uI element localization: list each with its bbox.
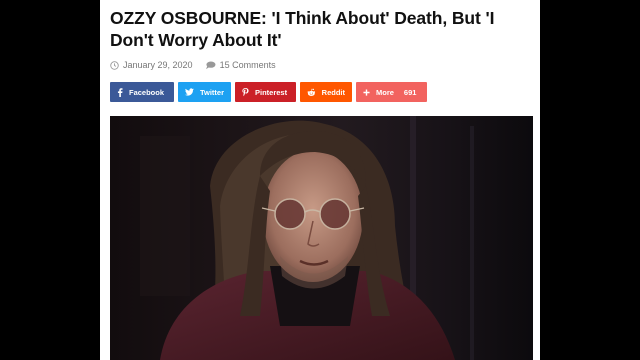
article-page: OZZY OSBOURNE: 'I Think About' Death, Bu… — [100, 0, 540, 360]
share-pinterest-label: Pinterest — [255, 87, 288, 97]
clock-icon — [110, 60, 119, 70]
share-more-button[interactable]: More 691 — [356, 82, 427, 102]
portrait-image — [140, 116, 474, 360]
comments-link[interactable]: 15 Comments — [205, 60, 276, 70]
comment-bubble-icon — [205, 60, 216, 69]
share-reddit-button[interactable]: Reddit — [300, 82, 352, 102]
share-bar: Facebook Twitter Pinterest Reddit More 6… — [110, 82, 431, 102]
twitter-icon — [185, 88, 194, 96]
share-twitter-button[interactable]: Twitter — [178, 82, 231, 102]
share-more-label: More — [376, 87, 394, 97]
facebook-icon — [117, 87, 123, 97]
reddit-icon — [307, 88, 316, 96]
share-facebook-button[interactable]: Facebook — [110, 82, 174, 102]
share-count: 691 — [403, 87, 417, 97]
share-facebook-label: Facebook — [129, 87, 165, 97]
article-title: OZZY OSBOURNE: 'I Think About' Death, Bu… — [110, 8, 495, 50]
pinterest-icon — [242, 87, 249, 96]
article-date: January 29, 2020 — [110, 60, 193, 70]
article-date-text: January 29, 2020 — [123, 60, 193, 70]
plus-icon — [363, 88, 370, 96]
comments-count: 15 Comments — [219, 60, 276, 70]
share-reddit-label: Reddit — [321, 87, 345, 97]
article-photo — [110, 116, 533, 360]
article-meta: January 29, 2020 15 Comments — [110, 58, 276, 72]
share-pinterest-button[interactable]: Pinterest — [235, 82, 296, 102]
share-twitter-label: Twitter — [199, 87, 224, 97]
